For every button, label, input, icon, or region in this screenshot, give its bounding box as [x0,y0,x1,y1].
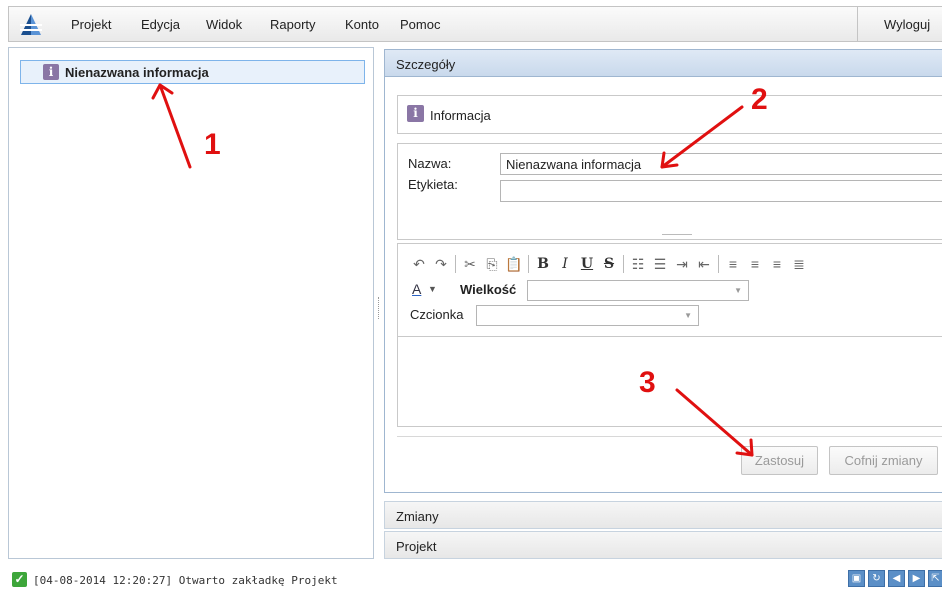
info-header-box: i Informacja [397,95,942,134]
menu-pomoc[interactable]: Pomoc [400,17,440,32]
app-logo-icon[interactable] [17,13,45,37]
cut-icon[interactable]: ✂ [459,254,481,274]
info-title: Informacja [430,108,491,123]
bullet-list-icon[interactable]: ☰ [649,254,671,274]
align-justify-icon[interactable]: ≣ [788,254,810,274]
info-icon: i [407,105,424,122]
paste-icon[interactable]: 📋 [503,254,525,274]
editor-toolbar: ↶ ↷ ✂ ⎘ 📋 B I U S ☷ ☰ ⇥ ⇤ ≡ ≡ ≡ ≣ [408,254,810,274]
window-icon[interactable]: ▣ [848,570,865,587]
annotation-label-2: 2 [751,83,768,116]
tree-item-label: Nienazwana informacja [65,65,209,80]
align-right-icon[interactable]: ≡ [766,254,788,274]
annotation-label-3: 3 [639,366,656,399]
ordered-list-icon[interactable]: ☷ [627,254,649,274]
indent-icon[interactable]: ⇥ [671,254,693,274]
fields-box: Nazwa: Etykieta: [397,143,942,240]
align-left-icon[interactable]: ≡ [722,254,744,274]
panel-splitter[interactable] [378,297,381,319]
underline-icon[interactable]: U [576,254,598,274]
font-family-select[interactable]: ▼ [476,305,699,326]
divider [397,436,942,437]
chevron-down-icon: ▼ [684,311,692,320]
toolbar-separator [455,255,456,273]
menu-bar: Projekt Edycja Widok Raporty Konto Pomoc… [8,6,942,42]
accordion-changes-header[interactable]: Zmiany [384,501,942,529]
tree-item-information[interactable]: i Nienazwana informacja [20,60,365,84]
rich-text-editor: ↶ ↷ ✂ ⎘ 📋 B I U S ☷ ☰ ⇥ ⇤ ≡ ≡ ≡ ≣ A ▼ Wielkość ▼ Czcionk… [397,243,942,427]
details-panel: i Informacja Nazwa: Etykieta: ↶↷ ✂⎘📋 BIUS ☷… [384,77,942,493]
strikethrough-icon[interactable]: S [598,254,620,274]
info-icon: i [43,64,59,80]
apply-button[interactable]: Zastosuj [741,446,818,475]
resize-grip[interactable] [662,234,692,235]
undo-icon[interactable]: ↶ [408,254,430,274]
toolbar-separator [623,255,624,273]
menu-edycja[interactable]: Edycja [141,17,180,32]
menu-raporty[interactable]: Raporty [270,17,316,32]
previous-icon[interactable]: ◀ [888,570,905,587]
revert-button[interactable]: Cofnij zmiany [829,446,938,475]
outdent-icon[interactable]: ⇤ [693,254,715,274]
menu-konto[interactable]: Konto [345,17,379,32]
next-icon[interactable]: ▶ [908,570,925,587]
font-size-select[interactable]: ▼ [527,280,749,301]
editor-content-area[interactable] [398,336,942,429]
menu-widok[interactable]: Widok [206,17,242,32]
annotation-label-1: 1 [204,128,221,161]
font-color-icon: A [412,281,422,297]
font-family-label: Czcionka [410,307,464,322]
copy-icon[interactable]: ⎘ [481,254,503,274]
project-tree-panel: i Nienazwana informacja [8,47,374,559]
status-message: [04-08-2014 12:20:27] Otwarto zakładkę P… [33,574,338,587]
tag-input[interactable] [500,180,942,202]
logout-button[interactable]: Wyloguj [857,7,942,41]
toolbar-separator [528,255,529,273]
menu-projekt[interactable]: Projekt [71,17,111,32]
tag-label: Etykieta: [408,177,458,192]
refresh-icon[interactable]: ↻ [868,570,885,587]
align-center-icon[interactable]: ≡ [744,254,766,274]
export-icon[interactable]: ⇱ [928,570,942,587]
accordion-project-header[interactable]: Projekt [384,531,942,559]
toolbar-separator [718,255,719,273]
chevron-down-icon: ▼ [734,286,742,295]
name-label: Nazwa: [408,156,452,171]
bold-icon[interactable]: B [532,254,554,274]
italic-icon[interactable]: I [554,254,576,274]
font-size-label: Wielkość [460,282,517,297]
accordion-details-header[interactable]: Szczegóły [384,49,942,77]
chevron-down-icon: ▼ [428,284,437,294]
name-input[interactable] [500,153,942,175]
font-color-button[interactable]: A ▼ [410,281,444,299]
check-icon: ✓ [12,572,27,587]
redo-icon[interactable]: ↷ [430,254,452,274]
